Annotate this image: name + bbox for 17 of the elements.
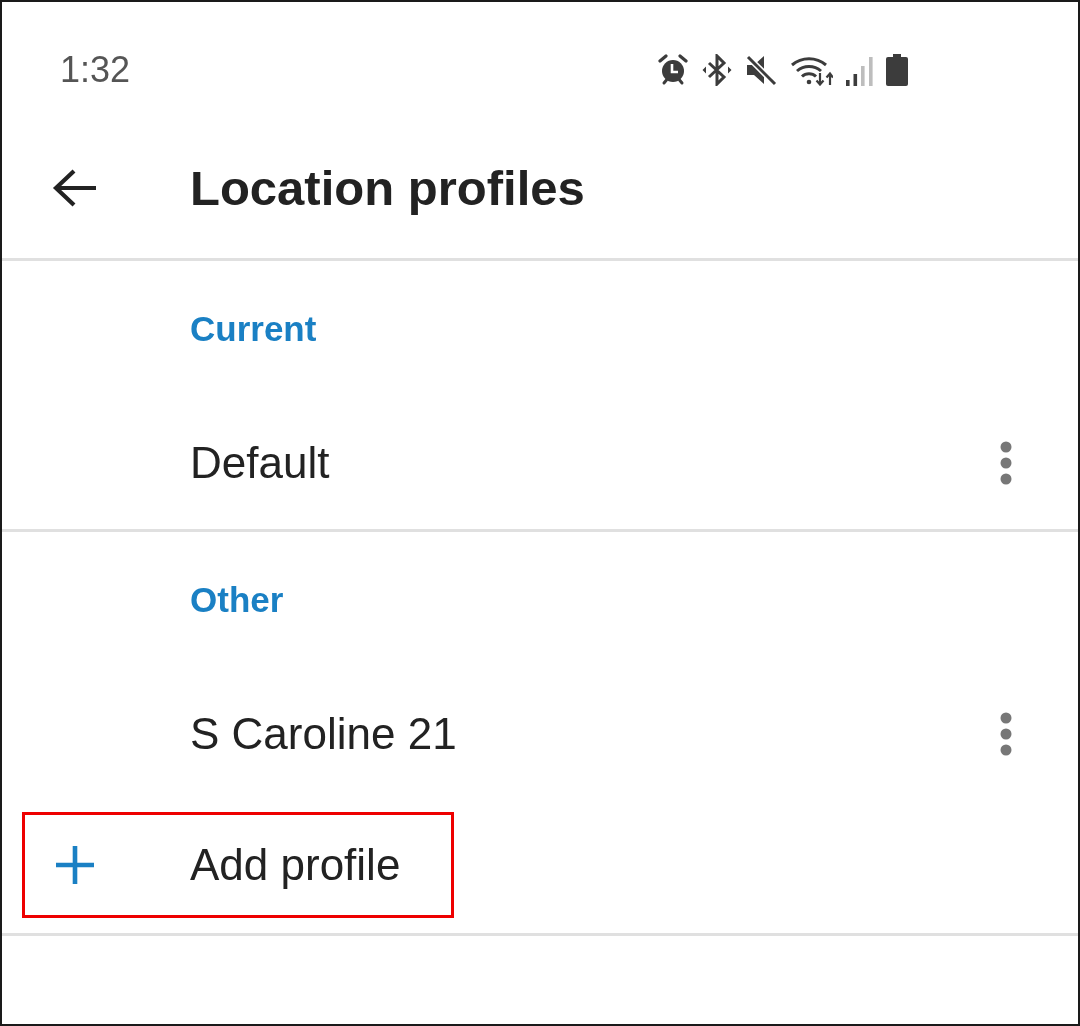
battery-icon (886, 54, 908, 86)
bluetooth-icon (702, 54, 732, 86)
profile-name[interactable]: S Caroline 21 (190, 709, 457, 759)
alarm-icon (657, 54, 689, 86)
more-options-icon[interactable] (1000, 712, 1012, 756)
status-time: 1:32 (60, 49, 131, 91)
more-options-icon[interactable] (1000, 441, 1012, 485)
muted-speaker-icon (745, 54, 777, 86)
plus-icon (55, 845, 95, 885)
section-header: Current (190, 309, 317, 349)
section-header: Other (190, 580, 284, 620)
profile-name[interactable]: Default (190, 438, 330, 488)
back-icon[interactable] (52, 168, 98, 208)
signal-icon (846, 54, 873, 86)
add-profile-button[interactable]: Add profile (22, 812, 454, 918)
wifi-icon (790, 54, 833, 86)
page-title: Location profiles (190, 159, 585, 217)
